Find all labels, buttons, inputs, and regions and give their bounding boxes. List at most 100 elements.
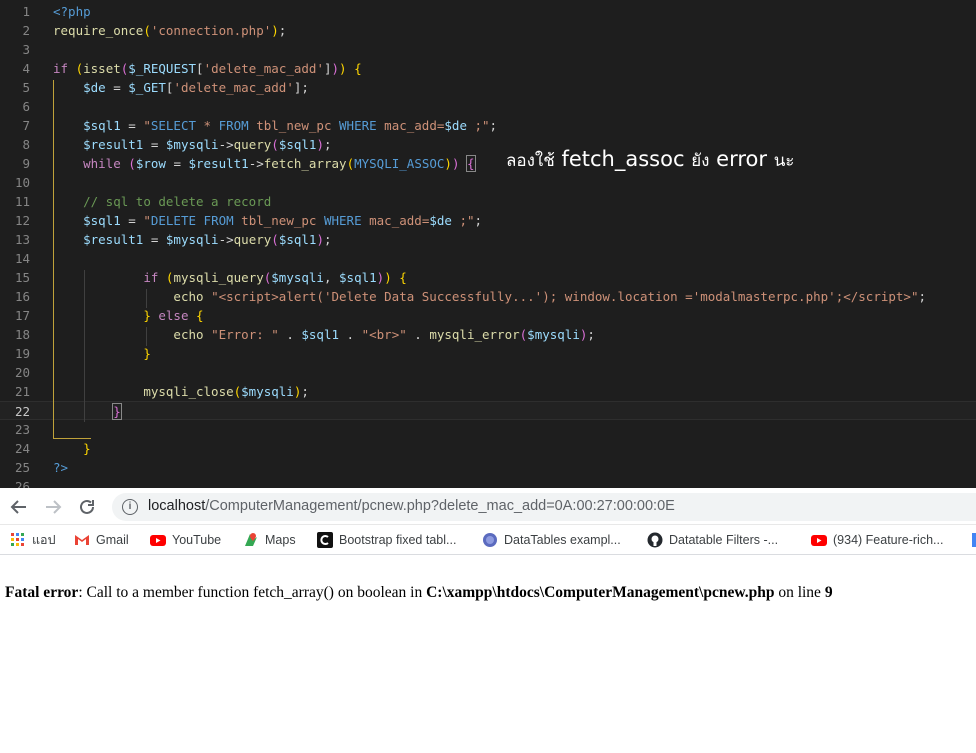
code-line[interactable]: 14 <box>0 249 976 268</box>
codepen-icon <box>317 532 333 548</box>
code-text: } <box>112 403 122 420</box>
code-text: $result1 = $mysqli->query($sql1); <box>83 232 332 247</box>
line-number: 23 <box>14 422 30 437</box>
line-number: 2 <box>22 23 30 38</box>
code-line[interactable]: 5 $de = $_GET['delete_mac_add']; <box>0 78 976 97</box>
code-text: } else { <box>143 308 204 323</box>
code-line[interactable]: 15 if (mysqli_query($mysqli, $sql1)) { <box>0 268 976 287</box>
annotation-thai-3: นะ <box>773 151 795 171</box>
bookmark-gmail[interactable]: Gmail <box>74 531 129 549</box>
code-text: $result1 = $mysqli->query($sql1); <box>83 137 332 152</box>
line-number: 15 <box>14 270 30 285</box>
code-line[interactable]: 26 <box>0 477 976 488</box>
page-content: Fatal error: Call to a member function f… <box>0 556 976 753</box>
code-line[interactable]: 1 <?php <box>0 2 976 21</box>
code-text: $sql1 = "DELETE FROM tbl_new_pc WHERE ma… <box>83 213 483 228</box>
arrow-right-icon <box>46 500 62 514</box>
code-line[interactable]: 22 } <box>0 401 976 420</box>
code-line[interactable]: 13 $result1 = $mysqli->query($sql1); <box>0 230 976 249</box>
address-bar[interactable]: i localhost/ComputerManagement/pcnew.php… <box>112 493 976 521</box>
apps-grid-icon <box>10 532 26 548</box>
bookmark-label: DataTables exampl... <box>504 533 621 547</box>
github-icon <box>647 532 663 548</box>
code-text: $de = $_GET['delete_mac_add']; <box>83 80 309 95</box>
line-number: 19 <box>14 346 30 361</box>
annotation-thai-1: ลองใช้ <box>506 151 555 171</box>
info-icon[interactable]: i <box>122 499 138 515</box>
bookmark-label: Datatable Filters -... <box>669 533 779 547</box>
code-line[interactable]: 3 <box>0 40 976 59</box>
bookmark-label: Maps <box>265 533 296 547</box>
bracket-guide <box>53 438 91 439</box>
bookmark-maps[interactable]: Maps <box>243 531 296 549</box>
line-number: 3 <box>22 42 30 57</box>
arrow-left-icon <box>10 500 26 514</box>
reload-button[interactable] <box>74 494 100 520</box>
annotation-error: error <box>716 147 767 171</box>
code-line[interactable]: 9 while ($row = $result1->fetch_array(MY… <box>0 154 976 173</box>
code-line[interactable]: 24 } <box>0 439 976 458</box>
code-text: require_once('connection.php'); <box>53 23 287 38</box>
bookmark-label: Bootstrap fixed tabl... <box>339 533 457 547</box>
code-line[interactable]: 19 } <box>0 344 976 363</box>
code-line[interactable]: 8 $result1 = $mysqli->query($sql1); <box>0 135 976 154</box>
code-text: mysqli_close($mysqli); <box>143 384 309 399</box>
code-line[interactable]: 21 mysqli_close($mysqli); <box>0 382 976 401</box>
indent-guide <box>146 289 147 308</box>
code-line[interactable]: 6 <box>0 97 976 116</box>
line-number: 17 <box>14 308 30 323</box>
bookmark-youtube[interactable]: YouTube <box>150 531 221 549</box>
line-number: 14 <box>14 251 30 266</box>
youtube-icon <box>811 532 827 548</box>
url-path: /ComputerManagement/pcnew.php?delete_mac… <box>205 498 675 514</box>
code-line[interactable]: 25 ?> <box>0 458 976 477</box>
bookmark-overflow[interactable] <box>972 533 976 547</box>
reload-icon <box>80 499 94 514</box>
code-line[interactable]: 4 if (isset($_REQUEST['delete_mac_add']))… <box>0 59 976 78</box>
code-text: if (mysqli_query($mysqli, $sql1)) { <box>143 270 407 285</box>
code-editor[interactable]: 1 <?php 2 require_once('connection.php'); 3 4… <box>0 0 976 488</box>
bookmark-apps[interactable]: แอป <box>10 531 56 549</box>
line-number: 10 <box>14 175 30 190</box>
code-line[interactable]: 10 <box>0 173 976 192</box>
back-button[interactable] <box>6 494 32 520</box>
url-host: localhost <box>148 498 206 514</box>
code-line[interactable]: 7 $sql1 = "SELECT * FROM tbl_new_pc WHER… <box>0 116 976 135</box>
code-line[interactable]: 12 $sql1 = "DELETE FROM tbl_new_pc WHERE… <box>0 211 976 230</box>
code-text: echo "<script>alert('Delete Data Success… <box>173 289 927 304</box>
maps-icon <box>243 532 259 548</box>
line-number: 26 <box>14 479 30 488</box>
bookmark-youtube-feature[interactable]: (934) Feature-rich... <box>811 531 943 549</box>
line-number: 7 <box>22 118 30 133</box>
forward-button[interactable] <box>40 494 66 520</box>
thai-annotation: ลองใช้ fetch_assoc ยัง error นะ <box>506 145 794 175</box>
url-text[interactable]: localhost/ComputerManagement/pcnew.php?d… <box>148 498 675 514</box>
line-number: 18 <box>14 327 30 342</box>
code-text: echo "Error: " . $sql1 . "<br>" . mysqli… <box>173 327 595 342</box>
bookmark-label: (934) Feature-rich... <box>833 533 944 547</box>
line-number: 4 <box>22 61 30 76</box>
code-line[interactable]: 20 <box>0 363 976 382</box>
error-label: Fatal error <box>5 584 79 601</box>
bookmark-codepen[interactable]: Bootstrap fixed tabl... <box>317 531 456 549</box>
code-text: while ($row = $result1->fetch_array(MYSQ… <box>83 155 476 172</box>
indent-guide <box>146 327 147 346</box>
youtube-icon <box>150 532 166 548</box>
line-number: 5 <box>22 80 30 95</box>
line-number: 12 <box>14 213 30 228</box>
code-text: <?php <box>53 4 91 19</box>
code-line[interactable]: 11 // sql to delete a record <box>0 192 976 211</box>
code-line[interactable]: 17 } else { <box>0 306 976 325</box>
error-text: : Call to a member function fetch_array(… <box>78 584 427 601</box>
bookmark-datatables[interactable]: DataTables exampl... <box>482 531 621 549</box>
line-number: 9 <box>22 156 30 171</box>
error-online: on line <box>774 584 825 601</box>
bookmark-github[interactable]: Datatable Filters -... <box>647 531 778 549</box>
bookmark-label: YouTube <box>172 533 222 547</box>
line-number: 8 <box>22 137 30 152</box>
line-number: 6 <box>22 99 30 114</box>
code-line[interactable]: 2 require_once('connection.php'); <box>0 21 976 40</box>
line-number: 20 <box>14 365 30 380</box>
code-line[interactable]: 23 <box>0 420 976 439</box>
line-number: 25 <box>14 460 30 475</box>
